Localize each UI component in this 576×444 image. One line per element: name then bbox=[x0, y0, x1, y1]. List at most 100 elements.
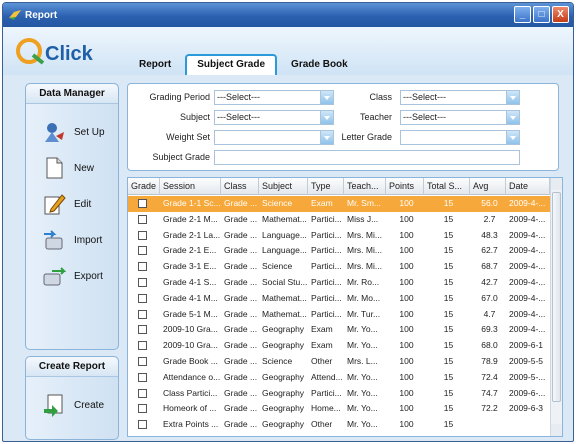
tab-subject-grade[interactable]: Subject Grade bbox=[185, 54, 278, 75]
column-header[interactable]: Subject bbox=[259, 178, 308, 195]
table-row[interactable]: Attendance o... Grade ... Geography Attend.… bbox=[128, 370, 550, 386]
table-cell: Grade ... bbox=[224, 292, 258, 303]
chevron-down-icon bbox=[320, 91, 333, 104]
table-row[interactable]: Grade 2-1 M... Grade ... Mathemat... Partic… bbox=[128, 212, 550, 228]
grade-checkbox[interactable] bbox=[138, 278, 147, 287]
chevron-down-icon bbox=[320, 111, 333, 124]
grade-checkbox[interactable] bbox=[138, 246, 147, 256]
grade-checkbox[interactable] bbox=[138, 341, 147, 351]
table-cell: Mrs. L... bbox=[347, 356, 378, 366]
grading-period-select[interactable]: ---Select--- bbox=[214, 90, 334, 105]
table-cell: 2009-10 Gra... bbox=[163, 340, 218, 351]
table-cell: Grade ... bbox=[224, 356, 258, 366]
export-button[interactable]: Export bbox=[26, 258, 118, 294]
grade-checkbox[interactable] bbox=[138, 372, 147, 382]
title-bar[interactable]: Report _ □ X bbox=[3, 3, 573, 27]
table-cell: 2009-4-... bbox=[509, 229, 546, 240]
table-cell: Grade ... bbox=[224, 229, 258, 240]
column-header[interactable]: Grade bbox=[128, 178, 160, 195]
column-header[interactable]: Teach... bbox=[344, 178, 386, 195]
table-cell: Science bbox=[262, 261, 293, 272]
table-cell: 2009-6-3 bbox=[509, 403, 544, 414]
grade-checkbox[interactable] bbox=[138, 420, 147, 430]
grade-checkbox[interactable] bbox=[138, 214, 147, 224]
new-button[interactable]: New bbox=[26, 150, 118, 186]
table-row[interactable]: Extra Points ... Grade ... Geography Other M… bbox=[128, 417, 550, 433]
table-row[interactable]: Grade 4-1 S... Grade ... Social Stu... Part… bbox=[128, 275, 550, 291]
table-row[interactable]: 2009-10 Gra... Grade ... Geography Exam Mr. … bbox=[128, 338, 550, 354]
vertical-scrollbar[interactable] bbox=[550, 178, 562, 436]
table-cell: 15 bbox=[443, 261, 454, 272]
table-row[interactable]: 2009-10 Gra... Grade ... Geography Exam Mr. … bbox=[128, 322, 550, 338]
table-cell: Partici... bbox=[311, 245, 342, 256]
table-row[interactable]: Grade 2-1 La... Grade ... Language... Parti… bbox=[128, 228, 550, 244]
table-cell: Partici... bbox=[311, 213, 342, 224]
table-cell: Mr. Yo... bbox=[347, 387, 378, 398]
subject-select[interactable]: ---Select--- bbox=[214, 110, 334, 125]
window-controls: _ □ X bbox=[514, 6, 569, 23]
column-header[interactable]: Date bbox=[506, 178, 550, 195]
table-row[interactable]: Grade 4-1 M... Grade ... Mathemat... Partic… bbox=[128, 291, 550, 307]
subject-label: Subject bbox=[179, 112, 210, 122]
column-header[interactable]: Total S... bbox=[424, 178, 470, 195]
table-row[interactable]: Homeork of ... Grade ... Geography Home... M… bbox=[128, 401, 550, 417]
import-label: Import bbox=[74, 234, 103, 246]
import-button[interactable]: Import bbox=[26, 222, 118, 258]
column-header[interactable]: Avg bbox=[470, 178, 506, 195]
column-header[interactable]: Session bbox=[160, 178, 221, 195]
scroll-down-arrow[interactable] bbox=[551, 424, 562, 436]
chevron-down-icon bbox=[320, 131, 333, 144]
grade-checkbox[interactable] bbox=[138, 309, 147, 319]
table-cell: Grade 3-1 E... bbox=[163, 261, 217, 272]
weight-set-select[interactable] bbox=[214, 130, 334, 145]
class-select[interactable]: ---Select--- bbox=[400, 90, 520, 105]
grade-checkbox[interactable] bbox=[138, 293, 147, 303]
grade-checkbox[interactable] bbox=[138, 325, 147, 335]
edit-button[interactable]: Edit bbox=[26, 186, 118, 222]
subject-grade-input[interactable] bbox=[214, 150, 520, 165]
table-cell: 48.3 bbox=[481, 229, 498, 240]
data-manager-title: Data Manager bbox=[26, 84, 118, 104]
column-header[interactable]: Class bbox=[221, 178, 259, 195]
table-cell: 100 bbox=[399, 292, 414, 303]
table-cell: 100 bbox=[399, 261, 414, 272]
table-row[interactable]: Grade 1-1 Sc... Grade ... Science Exam Mr. S… bbox=[128, 196, 550, 212]
grading-period-value: ---Select--- bbox=[217, 92, 260, 102]
table-cell: 74.7 bbox=[481, 387, 498, 398]
scroll-thumb[interactable] bbox=[552, 192, 561, 402]
close-button[interactable]: X bbox=[552, 6, 569, 23]
table-cell: 100 bbox=[399, 245, 414, 256]
column-header[interactable]: Points bbox=[386, 178, 424, 195]
table-row[interactable]: Grade 3-1 E... Grade ... Science Partici...… bbox=[128, 259, 550, 275]
table-cell: 100 bbox=[399, 198, 414, 208]
tab-grade-book[interactable]: Grade Book bbox=[281, 54, 358, 75]
grade-checkbox[interactable] bbox=[138, 199, 147, 208]
create-button[interactable]: Create bbox=[26, 387, 118, 423]
grade-checkbox[interactable] bbox=[138, 404, 147, 414]
scroll-up-arrow[interactable] bbox=[551, 178, 562, 190]
grade-checkbox[interactable] bbox=[138, 262, 147, 272]
table-cell: Partici... bbox=[311, 277, 342, 287]
table-row[interactable]: Grade 5-1 M... Grade ... Mathemat... Partic… bbox=[128, 307, 550, 323]
table-row[interactable]: Class Partici... Grade ... Geography Partic… bbox=[128, 386, 550, 402]
table-cell: 15 bbox=[443, 371, 454, 382]
setup-button[interactable]: Set Up bbox=[26, 114, 118, 150]
table-row[interactable]: Grade Book ... Grade ... Science Other Mrs. … bbox=[128, 354, 550, 370]
table-cell: Mr. Ro... bbox=[347, 277, 380, 287]
maximize-button[interactable]: □ bbox=[533, 6, 550, 23]
table-cell: 2009-4-... bbox=[509, 324, 546, 335]
grade-checkbox[interactable] bbox=[138, 388, 147, 398]
tab-report[interactable]: Report bbox=[129, 54, 181, 75]
table-row[interactable]: Grade 2-1 E... Grade ... Language... Partic… bbox=[128, 243, 550, 259]
table-cell: Mr. Sm... bbox=[347, 198, 381, 208]
export-label: Export bbox=[74, 270, 103, 282]
letter-grade-select[interactable] bbox=[400, 130, 520, 145]
grade-checkbox[interactable] bbox=[138, 230, 147, 240]
table-cell: Partici... bbox=[311, 308, 342, 319]
teacher-select[interactable]: ---Select--- bbox=[400, 110, 520, 125]
table-cell: 68.7 bbox=[481, 261, 498, 272]
column-header[interactable]: Type bbox=[308, 178, 344, 195]
minimize-button[interactable]: _ bbox=[514, 6, 531, 23]
grade-checkbox[interactable] bbox=[138, 357, 147, 366]
table-cell: Geography bbox=[262, 340, 305, 351]
